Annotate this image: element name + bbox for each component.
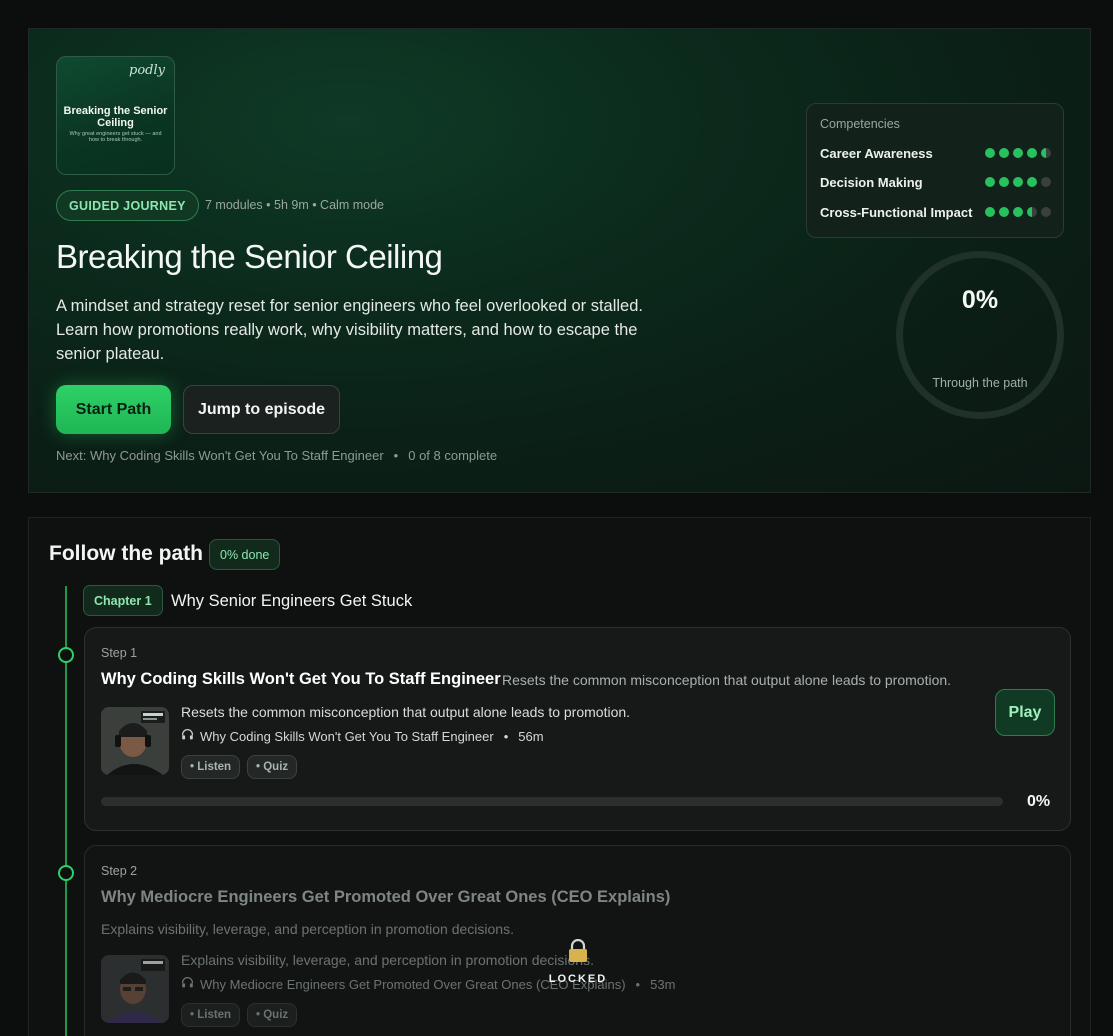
- competency-dot: [985, 207, 995, 217]
- step-title: Why Mediocre Engineers Get Promoted Over…: [101, 888, 671, 906]
- competency-level-dots: [985, 207, 1051, 217]
- competency-dot: [1013, 207, 1023, 217]
- cover-brand-logo: podly: [129, 63, 165, 78]
- separator-dot: •: [393, 448, 399, 463]
- competency-dot: [1013, 148, 1023, 158]
- chapter-badge: Chapter 1: [83, 585, 163, 616]
- competency-label: Cross-Functional Impact: [820, 204, 973, 220]
- episode-description: Resets the common misconception that out…: [181, 704, 631, 720]
- headphones-icon: [181, 728, 194, 744]
- locked-label: LOCKED: [548, 973, 608, 985]
- next-episode-link[interactable]: Next: Why Coding Skills Won't Get You To…: [56, 448, 384, 463]
- competency-dot: [1041, 148, 1051, 158]
- competency-dot: [985, 148, 995, 158]
- step-label: Step 1: [101, 646, 138, 660]
- journey-hero: podly Breaking the Senior Ceiling Why gr…: [28, 28, 1091, 493]
- step-summary: Resets the common misconception that out…: [502, 672, 952, 688]
- separator-dot: •: [503, 728, 509, 744]
- headphones-icon: [181, 976, 194, 992]
- competency-dot: [1027, 148, 1037, 158]
- listen-chip[interactable]: • Listen: [181, 755, 241, 779]
- path-progress-ring: 0% Through the path: [896, 251, 1064, 419]
- step-card-locked: Step 2 Why Mediocre Engineers Get Promot…: [84, 845, 1071, 1036]
- competency-row: Cross-Functional Impact: [820, 203, 1051, 221]
- competency-dot: [1013, 177, 1023, 187]
- lock-icon: [548, 938, 608, 969]
- step-summary: Explains visibility, leverage, and perce…: [101, 921, 514, 937]
- competency-dot: [1027, 207, 1037, 217]
- section-title: Follow the path: [49, 542, 203, 565]
- episode-thumbnail: [101, 955, 169, 1023]
- path-progress-label: Through the path: [932, 376, 1028, 390]
- listen-chip: • Listen: [181, 1003, 241, 1027]
- quiz-chip: • Quiz: [247, 1003, 298, 1027]
- episode-title-link[interactable]: Why Coding Skills Won't Get You To Staff…: [200, 729, 494, 744]
- competency-dot: [999, 207, 1009, 217]
- competency-dot: [1041, 207, 1051, 217]
- cover-title: Breaking the Senior Ceiling: [63, 105, 168, 129]
- competency-dot: [999, 177, 1009, 187]
- start-path-button[interactable]: Start Path: [56, 385, 171, 434]
- play-button[interactable]: Play: [995, 689, 1055, 736]
- episode-thumbnail: [101, 707, 169, 775]
- step-progress-value: 0%: [1027, 793, 1051, 810]
- competency-level-dots: [985, 177, 1051, 187]
- competencies-header: Competencies: [820, 117, 900, 131]
- journey-meta: 7 modules • 5h 9m • Calm mode: [205, 198, 384, 212]
- competencies-panel: Competencies Career Awareness Decision M…: [806, 103, 1064, 238]
- step-label: Step 2: [101, 864, 138, 878]
- episode-meta: Why Coding Skills Won't Get You To Staff…: [181, 728, 544, 744]
- competency-row: Decision Making: [820, 173, 1051, 191]
- episode-duration: 56m: [518, 728, 544, 744]
- competency-dot: [1041, 177, 1051, 187]
- step-card[interactable]: Step 1 Why Coding Skills Won't Get You T…: [84, 627, 1071, 831]
- journey-title: Breaking the Senior Ceiling: [56, 238, 443, 275]
- step-node: [58, 647, 74, 663]
- step-node: [58, 865, 74, 881]
- quiz-chip[interactable]: • Quiz: [247, 755, 298, 779]
- guided-journey-badge: GUIDED JOURNEY: [56, 190, 199, 221]
- competency-dot: [999, 148, 1009, 158]
- path-progress-value: 0%: [961, 286, 999, 314]
- step-progress-bar: [101, 797, 1003, 806]
- journey-cover-art: podly Breaking the Senior Ceiling Why gr…: [56, 56, 175, 175]
- step-title: Why Coding Skills Won't Get You To Staff…: [101, 670, 501, 688]
- jump-to-episode-button[interactable]: Jump to episode: [183, 385, 340, 434]
- competency-level-dots: [985, 148, 1051, 158]
- episode-description: Explains visibility, leverage, and perce…: [181, 952, 594, 968]
- episode-duration: 53m: [650, 976, 676, 992]
- path-done-badge: 0% done: [209, 539, 281, 570]
- cover-subtitle: Why great engineers get stuck — and how …: [69, 131, 162, 143]
- completion-count: 0 of 8 complete: [408, 448, 498, 463]
- next-episode-info: Next: Why Coding Skills Won't Get You To…: [56, 448, 497, 463]
- competency-row: Career Awareness: [820, 144, 1051, 162]
- competency-label: Decision Making: [820, 174, 923, 190]
- follow-path-section: Follow the path 0% done Chapter 1 Why Se…: [28, 517, 1091, 1036]
- locked-overlay: LOCKED: [548, 938, 608, 987]
- competency-dot: [985, 177, 995, 187]
- journey-description: A mindset and strategy reset for senior …: [56, 297, 643, 363]
- separator-dot: •: [635, 976, 641, 992]
- competency-label: Career Awareness: [820, 145, 933, 161]
- chapter-title: Why Senior Engineers Get Stuck: [171, 592, 413, 610]
- competency-dot: [1027, 177, 1037, 187]
